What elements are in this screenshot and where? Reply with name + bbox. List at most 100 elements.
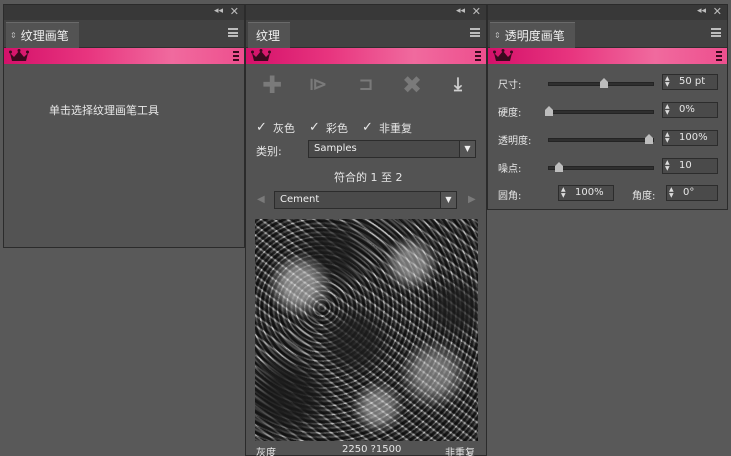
checkbox-gray[interactable]: ✓ 灰色 <box>256 120 295 136</box>
chevron-down-icon: ▼ <box>440 192 456 208</box>
category-label: 类别: <box>256 145 282 158</box>
footer-repeat: 非重复 <box>445 448 475 456</box>
checkbox-color[interactable]: ✓ 彩色 <box>309 120 348 136</box>
angle-label: 角度: <box>632 191 656 202</box>
opacity-slider[interactable] <box>548 134 654 144</box>
tab-texture-brush[interactable]: ⇕ 纹理画笔 <box>6 22 79 48</box>
add-icon[interactable]: ✚ <box>260 73 284 97</box>
stepper-icon[interactable]: ▲ ▼ <box>665 160 675 172</box>
prev-arrow-icon[interactable]: ◀ <box>257 194 265 205</box>
footer-dimensions: 2250 ?1500 <box>342 444 402 455</box>
round-angle-row: 圆角: ▲ ▼ 100% 角度: ▲ ▼ 0° <box>498 185 720 203</box>
checkmark-icon: ✓ <box>309 120 320 135</box>
checkbox-label: 非重复 <box>379 122 412 135</box>
panel-topbar: ◂◂ ✕ <box>246 5 486 20</box>
checkbox-label: 灰色 <box>273 122 295 135</box>
texture-select[interactable]: Cement ▼ <box>274 191 457 209</box>
opacity-label: 透明度: <box>498 136 532 147</box>
noise-row: 噪点: ▲ ▼ 10 <box>498 158 720 176</box>
plugin-banner <box>246 48 486 64</box>
stepper-icon[interactable]: ▲ ▼ <box>665 104 675 116</box>
checkbox-nonrepeat[interactable]: ✓ 非重复 <box>362 120 412 136</box>
collapse-icon[interactable]: ◂◂ <box>214 6 223 16</box>
hardness-row: 硬度: ▲ ▼ 0% <box>498 102 720 120</box>
opacity-row: 透明度: ▲ ▼ 100% <box>498 130 720 148</box>
panel-topbar: ◂◂ ✕ <box>488 5 727 20</box>
rename-icon[interactable]: ⊐ <box>354 74 378 96</box>
crown-icon <box>493 49 513 61</box>
texture-brush-panel: ◂◂ ✕ ⇕ 纹理画笔 单击选择纹理画笔工具 <box>3 4 245 248</box>
stepper-icon[interactable]: ▲ ▼ <box>669 187 679 199</box>
tab-sort-icon: ⇕ <box>494 31 501 40</box>
size-value: 50 pt <box>679 76 706 87</box>
crown-icon <box>251 49 271 61</box>
hardness-value: 0% <box>679 104 695 115</box>
category-value: Samples <box>314 143 357 154</box>
import-icon[interactable]: ⧐ <box>306 74 330 96</box>
opacity-field[interactable]: ▲ ▼ 100% <box>662 130 718 146</box>
plugin-banner <box>4 48 244 64</box>
panel-tabrow: ⇕ 透明度画笔 <box>488 20 727 48</box>
angle-value: 0° <box>683 187 695 198</box>
checkmark-icon: ✓ <box>256 120 267 135</box>
opacity-brush-panel: ◂◂ ✕ ⇕ 透明度画笔 尺寸: ▲ ▼ 50 pt 硬度: ▲ ▼ 0% 透明度: ▲ ▼ 100%… <box>487 4 728 210</box>
delete-icon[interactable]: ✖ <box>400 73 424 97</box>
hardness-field[interactable]: ▲ ▼ 0% <box>662 102 718 118</box>
chevron-down-icon: ▼ <box>459 141 475 157</box>
panel-menu-icon[interactable] <box>711 28 721 37</box>
size-row: 尺寸: ▲ ▼ 50 pt <box>498 74 720 92</box>
slider-thumb[interactable] <box>600 78 608 88</box>
banner-menu-icon[interactable] <box>233 51 239 61</box>
close-icon[interactable]: ✕ <box>472 5 481 18</box>
texture-name: Cement <box>280 194 320 205</box>
round-value: 100% <box>575 187 604 198</box>
angle-field[interactable]: ▲ ▼ 0° <box>666 185 718 201</box>
collapse-icon[interactable]: ◂◂ <box>456 6 465 16</box>
size-field[interactable]: ▲ ▼ 50 pt <box>662 74 718 90</box>
tab-opacity-brush[interactable]: ⇕ 透明度画笔 <box>490 22 575 48</box>
slider-thumb[interactable] <box>555 162 563 172</box>
checkmark-icon: ✓ <box>362 120 373 135</box>
panel-topbar: ◂◂ ✕ <box>4 5 244 20</box>
checkbox-label: 彩色 <box>326 122 348 135</box>
hardness-label: 硬度: <box>498 108 522 119</box>
panel-menu-icon[interactable] <box>228 28 238 37</box>
slider-thumb[interactable] <box>645 134 653 144</box>
banner-menu-icon[interactable] <box>475 51 481 61</box>
texture-toolbar: ✚ ⧐ ⊐ ✖ ⤓ <box>246 64 486 104</box>
next-arrow-icon[interactable]: ▶ <box>468 194 476 205</box>
tab-texture[interactable]: 纹理 <box>248 22 291 48</box>
footer-mode: 灰度 <box>256 448 276 456</box>
crown-icon <box>9 49 29 61</box>
stepper-icon[interactable]: ▲ ▼ <box>561 187 571 199</box>
slider-thumb[interactable] <box>545 106 553 116</box>
category-select[interactable]: Samples ▼ <box>308 140 476 158</box>
stepper-icon[interactable]: ▲ ▼ <box>665 76 675 88</box>
round-label: 圆角: <box>498 191 522 202</box>
noise-slider[interactable] <box>548 162 654 172</box>
texture-panel: ◂◂ ✕ 纹理 ✚ ⧐ ⊐ ✖ ⤓ ✓ 灰色 ✓ 彩色 ✓ 非重复 类别: Sa… <box>245 4 487 456</box>
size-slider[interactable] <box>548 78 654 88</box>
tab-sort-icon: ⇕ <box>10 31 17 40</box>
noise-field[interactable]: ▲ ▼ 10 <box>662 158 718 174</box>
plugin-banner <box>488 48 727 64</box>
banner-menu-icon[interactable] <box>716 51 722 61</box>
opacity-value: 100% <box>679 132 708 143</box>
noise-label: 噪点: <box>498 164 522 175</box>
panel-tabrow: ⇕ 纹理画笔 <box>4 20 244 48</box>
close-icon[interactable]: ✕ <box>713 5 722 18</box>
panel-tabrow: 纹理 <box>246 20 486 48</box>
save-icon[interactable]: ⤓ <box>446 74 470 96</box>
panel-menu-icon[interactable] <box>470 28 480 37</box>
size-label: 尺寸: <box>498 80 522 91</box>
texture-preview[interactable] <box>255 219 478 441</box>
close-icon[interactable]: ✕ <box>230 5 239 18</box>
match-count: 符合的 1 至 2 <box>334 171 403 184</box>
select-tool-hint: 单击选择纹理画笔工具 <box>49 104 159 117</box>
stepper-icon[interactable]: ▲ ▼ <box>665 132 675 144</box>
hardness-slider[interactable] <box>545 106 654 116</box>
tab-label: 透明度画笔 <box>504 29 565 43</box>
round-field[interactable]: ▲ ▼ 100% <box>558 185 614 201</box>
collapse-icon[interactable]: ◂◂ <box>697 6 706 16</box>
tab-label: 纹理 <box>256 29 281 43</box>
